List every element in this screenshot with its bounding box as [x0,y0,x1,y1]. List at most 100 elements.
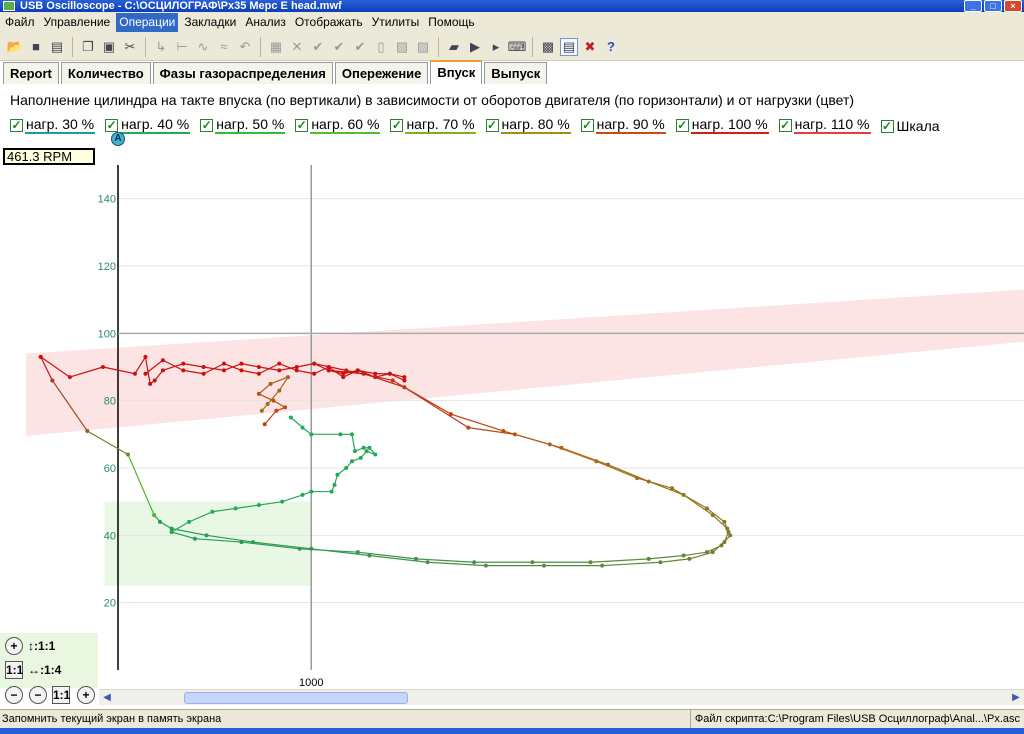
plot-area[interactable]: 20 40 60 80 100 120 140 1000 [0,165,1024,688]
copy-icon[interactable]: ❐ [79,38,97,56]
filter-icon[interactable]: ∿ [194,38,212,56]
legend-item-4[interactable]: ✓ нагр. 70 % [390,116,476,134]
legend-checkbox[interactable]: ✓ [200,118,214,132]
legend-checkbox[interactable]: ✓ [675,118,689,132]
zoom-in-vertical-button[interactable]: + [5,637,23,655]
menu-item-6[interactable]: Утилиты [369,13,423,32]
menu-item-3[interactable]: Закладки [181,13,239,32]
minimize-button[interactable]: _ [964,0,982,12]
series-6-point [300,492,305,497]
series-6-point [309,432,314,437]
series-5-point [192,536,197,541]
series-3-point [326,368,331,373]
horizontal-scrollbar[interactable]: ◀ ▶ [99,689,1024,705]
close-window-button[interactable]: × [1004,0,1022,12]
wave-icon[interactable]: ≈ [215,38,233,56]
tab-4[interactable]: Впуск [430,60,483,84]
keyboard-icon[interactable]: ⌨ [508,38,527,56]
series-5-point [588,560,593,565]
series-4-point [425,560,430,565]
series-5-point [710,513,715,518]
paste-icon[interactable]: ▣ [100,38,118,56]
cut-icon[interactable]: ✂ [121,38,139,56]
legend-checkbox[interactable]: ✓ [105,118,119,132]
menu-item-5[interactable]: Отображать [292,13,366,32]
legend-checkbox[interactable]: ✓ [10,118,23,132]
menu-item-7[interactable]: Помощь [425,13,477,32]
reset-zoom-button[interactable]: 1:1 [52,686,70,704]
zoom-in-horizontal-button[interactable]: + [77,686,95,704]
series-7-point [256,391,261,396]
menu-item-2[interactable]: Операции [116,13,179,32]
notes-icon[interactable]: ▤ [560,37,578,56]
series-1-point [341,375,346,380]
scroll-right-icon[interactable]: ▶ [1008,690,1024,706]
tab-1[interactable]: Количество [60,62,151,84]
chart-icon[interactable]: ▩ [539,38,557,56]
series-1-point [387,371,392,376]
close-icon[interactable]: ✕ [288,38,306,56]
vertical-scale-label: ↕:1:1 [28,639,56,653]
series-3-point [559,445,564,450]
legend-checkbox[interactable]: ✓ [880,119,894,133]
folder-icon[interactable]: ▰ [445,38,463,56]
maximize-button[interactable]: □ [984,0,1002,12]
legend-item-2[interactable]: ✓ нагр. 50 % [200,116,286,134]
series-1-point [143,371,148,376]
legend-checkbox[interactable]: ✓ [485,118,499,132]
undo-icon[interactable]: ↶ [236,38,254,56]
reset-horizontal-button[interactable]: 1:1 [5,661,23,679]
app-icon [3,1,15,11]
menu-item-4[interactable]: Анализ [242,13,289,32]
check-left-icon[interactable]: ✔ [351,38,369,56]
series-5-point [646,556,651,561]
legend-item-9[interactable]: ✓ Шкала [880,118,941,134]
tab-5[interactable]: Выпуск [484,62,548,84]
tab-0[interactable]: Report [3,62,59,84]
abc-run-icon[interactable]: ▶ [466,38,484,56]
import-icon[interactable]: ▨ [414,38,432,56]
legend-item-3[interactable]: ✓ нагр. 60 % [295,116,381,134]
series-6-point [352,449,357,454]
series-6-point [373,452,378,457]
series-0-point [100,365,105,369]
cursor-icon[interactable]: ↳ [152,38,170,56]
menu-item-0[interactable]: Файл [2,13,38,32]
legend-item-6[interactable]: ✓ нагр. 90 % [580,116,666,134]
series-5-point [530,560,535,565]
legend-item-0[interactable]: ✓ нагр. 30 % [10,116,96,134]
export-icon[interactable]: ▧ [393,38,411,56]
series-0-point [222,368,226,373]
scroll-thumb[interactable] [184,692,408,704]
series-6-point [332,482,337,487]
legend-checkbox[interactable]: ✓ [295,118,309,132]
x-tick-label: 1000 [299,677,323,688]
menu-item-1[interactable]: Управление [41,13,114,32]
abc-step-icon[interactable]: ▸ [487,38,505,56]
series-6-point [210,509,215,514]
tab-2[interactable]: Фазы газораспределения [152,62,333,84]
legend-checkbox[interactable]: ✓ [778,118,792,132]
legend-item-8[interactable]: ✓ нагр. 110 % [778,116,871,134]
legend-item-7[interactable]: ✓ нагр. 100 % [675,116,769,134]
check-down-icon[interactable]: ✔ [330,38,348,56]
series-1-point [181,368,186,373]
help-icon[interactable]: ? [602,38,620,56]
legend-checkbox[interactable]: ✓ [390,118,404,132]
scroll-left-icon[interactable]: ◀ [99,690,115,706]
measure-icon[interactable]: ⊢ [173,38,191,56]
grid-icon[interactable]: ▦ [267,38,285,56]
page-icon[interactable]: ▯ [372,38,390,56]
tab-3[interactable]: Опережение [334,62,429,84]
open-icon[interactable]: 📂 [6,38,24,56]
legend-checkbox[interactable]: ✓ [580,118,594,132]
zoom-out-horizontal-button[interactable]: − [29,686,47,704]
cursor-a-marker-icon[interactable]: A [111,132,125,146]
delete-icon[interactable]: ✖ [581,38,599,56]
save-icon[interactable]: ■ [27,38,45,56]
print-icon[interactable]: ▤ [48,38,66,56]
zoom-out-button[interactable]: − [5,686,23,704]
check-icon[interactable]: ✔ [309,38,327,56]
legend-item-5[interactable]: ✓ нагр. 80 % [485,116,571,134]
series-4-segment [706,507,725,523]
